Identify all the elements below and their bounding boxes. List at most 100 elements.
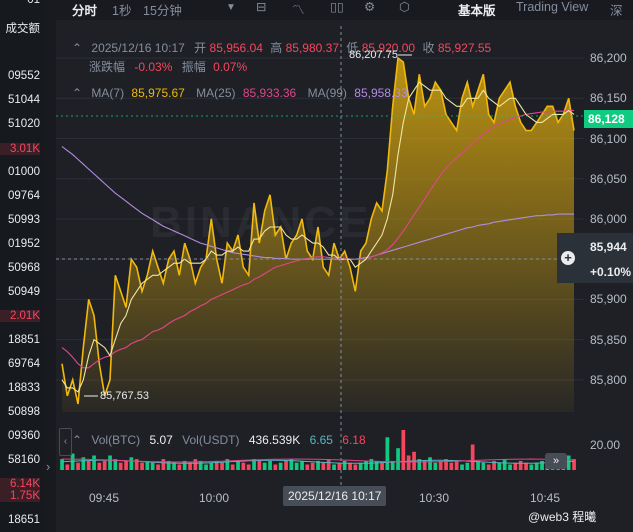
volume-bar <box>108 455 112 470</box>
current-price-tag: 86,128 <box>584 110 633 128</box>
volume-bar <box>428 457 432 470</box>
y-tick-label: 86,000 <box>590 211 627 226</box>
vol-ma2-value: 6.18 <box>342 433 366 447</box>
y-tick-label: 86,100 <box>590 131 627 146</box>
volume-bar <box>332 464 336 470</box>
add-alert-icon[interactable]: + <box>561 251 575 265</box>
volume-bar <box>236 460 240 470</box>
volume-bar <box>278 462 283 470</box>
volume-bar <box>449 462 454 470</box>
crosshair-pct: +0.10% <box>590 265 632 279</box>
binance-watermark: BINANCE <box>150 198 372 247</box>
y-tick-label: 86,200 <box>590 51 627 66</box>
volume-bar <box>76 462 80 470</box>
volume-bar <box>150 462 155 470</box>
ma99-label: MA(99) <box>307 86 347 100</box>
vol-btc-value: 5.07 <box>149 433 173 447</box>
vol-usdt-value: 436.539K <box>248 433 301 447</box>
open-value: 85,956.04 <box>209 41 263 55</box>
volume-bar <box>310 462 315 470</box>
collapse-icon[interactable]: ⌃ <box>72 41 82 55</box>
volume-bar <box>97 462 102 470</box>
volume-bar <box>65 464 70 470</box>
high-marker: 86,207.75 <box>349 49 398 61</box>
volume-bar <box>433 462 438 470</box>
volume-bar <box>460 464 464 470</box>
volume-bar <box>401 430 406 470</box>
price-chart-svg[interactable] <box>0 0 633 532</box>
ma7-value: 85,975.67 <box>131 86 185 100</box>
volume-bar <box>406 455 411 470</box>
y-tick-label: 85,800 <box>590 372 627 387</box>
volume-bar <box>86 460 91 470</box>
volume-bar <box>465 462 470 470</box>
volume-bar <box>454 460 459 470</box>
x-tick-label: 10:30 <box>419 491 450 505</box>
volume-bar <box>102 460 107 470</box>
volume-bar <box>257 460 262 470</box>
collapse-ma-icon[interactable]: ⌃ <box>72 86 82 100</box>
vol-btc-label: Vol(BTC) <box>91 433 141 447</box>
volume-bar <box>294 462 299 470</box>
volume-bar <box>337 462 342 470</box>
y-tick-label: 85,850 <box>590 332 627 347</box>
ma-legend: ⌃ MA(7) 85,975.67 MA(25) 85,933.36 MA(99… <box>72 86 408 100</box>
ma99-value: 85,958.33 <box>354 86 408 100</box>
volume-bar <box>241 462 246 470</box>
high-value: 85,980.37 <box>285 41 340 55</box>
volume-bar <box>364 460 368 470</box>
volume-bar <box>353 464 358 470</box>
volume-bar <box>497 462 502 470</box>
close-value: 85,927.55 <box>437 41 492 55</box>
x-tick-label: 10:00 <box>199 491 230 505</box>
volume-bar <box>209 462 214 470</box>
low-marker: 85,767.53 <box>100 390 149 402</box>
source-badge: @web3 程曦 <box>528 510 597 524</box>
volume-bar <box>124 460 128 470</box>
volume-bar <box>262 462 267 470</box>
scroll-left-button[interactable]: ‹ <box>59 428 72 456</box>
volume-bar <box>380 462 384 470</box>
volume-bar <box>140 462 144 470</box>
volume-bar <box>230 464 235 470</box>
volume-bar <box>486 464 491 470</box>
collapse-vol-icon[interactable]: ⌃ <box>72 433 82 447</box>
volume-bar <box>300 460 304 470</box>
volume-bar <box>273 464 278 470</box>
volume-axis-label: 20.00 <box>590 438 621 452</box>
x-tick-label: 10:45 <box>530 491 561 505</box>
ma25-value: 85,933.36 <box>242 86 297 100</box>
change-value: -0.03% <box>134 60 173 74</box>
volume-bar <box>60 459 64 470</box>
volume-legend: ⌃ Vol(BTC) 5.07 Vol(USDT) 436.539K 6.65 … <box>72 433 366 447</box>
volume-bar <box>204 464 208 470</box>
volume-bar <box>470 444 475 470</box>
high-label: 高 <box>270 41 283 55</box>
volume-bar <box>161 459 166 470</box>
volume-bar <box>508 464 512 470</box>
volume-bar <box>385 437 390 470</box>
close-label: 收 <box>422 41 435 55</box>
volume-bar <box>438 460 443 470</box>
ohlc-legend: ⌃ 2025/12/16 10:17 开 85,956.04 高 85,980.… <box>72 39 491 56</box>
scroll-right-button[interactable]: » <box>545 453 567 469</box>
y-tick-label: 86,150 <box>590 91 627 106</box>
volume-bar <box>172 462 176 470</box>
volume-bar <box>305 464 310 470</box>
volume-bar <box>572 459 576 470</box>
volume-bar <box>529 464 534 470</box>
volume-bar <box>70 453 75 470</box>
amp-label: 振幅 <box>181 60 206 74</box>
volume-bar <box>481 462 486 470</box>
ohlc-date: 2025/12/16 10:17 <box>91 41 185 55</box>
volume-bar <box>321 462 326 470</box>
y-tick-label: 86,050 <box>590 171 627 186</box>
change-label: 涨跌幅 <box>89 60 126 74</box>
volume-bar <box>92 455 96 470</box>
volume-bar <box>342 460 347 470</box>
volume-bar <box>396 448 400 470</box>
volume-bar <box>129 457 134 470</box>
x-tick-label: 09:45 <box>89 491 120 505</box>
change-legend: 涨跌幅 -0.03% 振幅 0.07% <box>89 58 247 75</box>
ma25-label: MA(25) <box>196 86 236 100</box>
